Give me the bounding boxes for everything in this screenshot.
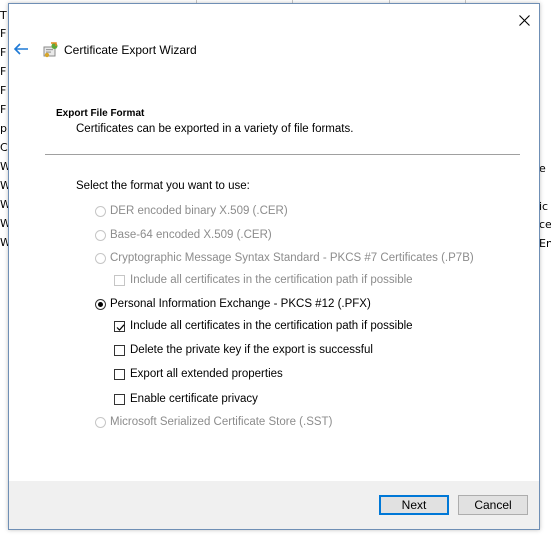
bg-letter: p — [0, 122, 7, 135]
bg-fragment: e — [539, 162, 546, 175]
checkbox-pfx-include[interactable] — [114, 320, 125, 332]
radio-der[interactable] — [95, 205, 106, 217]
checkbox-pfx-export-props[interactable] — [114, 368, 125, 380]
radio-sst[interactable] — [95, 416, 106, 428]
option-pfx-privacy-label: Enable certificate privacy — [130, 393, 258, 405]
radio-base64[interactable] — [95, 229, 106, 241]
bg-letter: F — [0, 46, 7, 59]
option-pfx-export-props-label: Export all extended properties — [130, 368, 283, 380]
option-sst-label: Microsoft Serialized Certificate Store (… — [110, 416, 333, 428]
option-der[interactable]: DER encoded binary X.509 (.CER) — [95, 205, 288, 217]
option-pkcs7[interactable]: Cryptographic Message Syntax Standard - … — [95, 252, 474, 264]
back-button[interactable] — [12, 40, 30, 58]
option-pkcs7-include[interactable]: Include all certificates in the certific… — [114, 274, 413, 286]
bg-letter: C — [0, 141, 8, 154]
checkmark-icon — [116, 323, 125, 331]
checkbox-pfx-privacy[interactable] — [114, 393, 125, 405]
option-pfx-include-label: Include all certificates in the certific… — [130, 320, 413, 332]
radio-pkcs7[interactable] — [95, 252, 106, 264]
option-pfx-include[interactable]: Include all certificates in the certific… — [114, 320, 413, 332]
close-button[interactable] — [514, 10, 534, 30]
certificate-wizard-icon — [42, 41, 60, 59]
option-pkcs7-label: Cryptographic Message Syntax Standard - … — [110, 252, 474, 264]
background-window-left: T F F F F F p C W W W W W — [0, 0, 11, 535]
wizard-title: Certificate Export Wizard — [64, 43, 197, 57]
bg-letter: F — [0, 27, 7, 40]
option-der-label: DER encoded binary X.509 (.CER) — [110, 205, 288, 217]
checkbox-pkcs7-include[interactable] — [114, 274, 125, 286]
bg-fragment: ce — [539, 218, 551, 231]
bg-letter: F — [0, 65, 7, 78]
bg-letter: F — [0, 84, 7, 97]
option-sst[interactable]: Microsoft Serialized Certificate Store (… — [95, 416, 332, 428]
bg-letter: F — [0, 103, 7, 116]
option-base64-label: Base-64 encoded X.509 (.CER) — [110, 229, 272, 241]
option-pfx-label: Personal Information Exchange - PKCS #12… — [110, 298, 371, 310]
option-pfx-delete-key-label: Delete the private key if the export is … — [130, 344, 373, 356]
back-arrow-icon[interactable] — [12, 40, 30, 58]
close-icon[interactable] — [518, 14, 530, 26]
option-pfx-export-props[interactable]: Export all extended properties — [114, 368, 283, 380]
option-pfx-privacy[interactable]: Enable certificate privacy — [114, 393, 258, 405]
radio-pfx[interactable] — [95, 298, 106, 310]
section-description: Certificates can be exported in a variet… — [76, 123, 354, 135]
bg-fragment: En — [539, 237, 551, 250]
option-pfx-delete-key[interactable]: Delete the private key if the export is … — [114, 344, 373, 356]
background-window-right: e ic ce En — [539, 0, 551, 535]
bg-letter: T — [0, 9, 7, 22]
bg-fragment: ic — [539, 200, 549, 213]
dialog-footer: Next Cancel — [9, 481, 539, 529]
option-pkcs7-include-label: Include all certificates in the certific… — [130, 274, 413, 286]
option-pfx[interactable]: Personal Information Exchange - PKCS #12… — [95, 298, 371, 310]
header-divider — [45, 154, 520, 155]
checkbox-pfx-delete-key[interactable] — [114, 344, 125, 356]
format-prompt: Select the format you want to use: — [76, 180, 250, 192]
option-base64[interactable]: Base-64 encoded X.509 (.CER) — [95, 229, 272, 241]
cancel-button[interactable]: Cancel — [458, 495, 528, 515]
next-button[interactable]: Next — [379, 495, 449, 515]
section-title: Export File Format — [56, 108, 145, 119]
certificate-export-dialog: Certificate Export Wizard Export File Fo… — [8, 3, 540, 530]
